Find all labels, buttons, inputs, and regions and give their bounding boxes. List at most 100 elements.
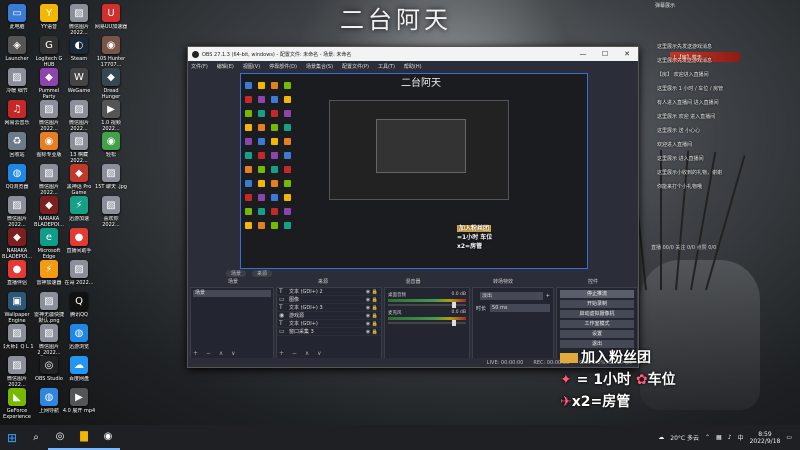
desktop-icon[interactable]: ▨ 微信图片 2022...: [2, 196, 32, 228]
obs-window[interactable]: OBS 27.1.3 (64-bit, windows) - 配置文件: 未命名…: [187, 46, 639, 368]
desktop-icon[interactable]: ◍ 迅游浏览: [64, 324, 94, 356]
tray-chevron-icon[interactable]: ⌃: [705, 434, 710, 441]
taskbar-obs-icon[interactable]: ◎: [48, 425, 72, 450]
desktop-icon[interactable]: ▨ 喜欢你 2022...: [96, 196, 126, 228]
scene-item[interactable]: 场景: [193, 290, 271, 297]
menu-item[interactable]: 视图(V): [243, 63, 260, 70]
desktop-icon[interactable]: ▨ 13 棋藏 2022...: [64, 132, 94, 164]
desktop-icon[interactable]: G Logitech G HUB: [34, 36, 64, 68]
desktop-icon[interactable]: U 网易UU加速器: [95, 4, 127, 36]
desktop-icon[interactable]: ▨ 在哥 2022...: [64, 260, 94, 292]
desktop-icon[interactable]: ◉ 图标专业版: [34, 132, 64, 164]
desktop-icon[interactable]: ▨ 【大师】Q L 1: [0, 324, 34, 356]
desktop-icon[interactable]: ☁ 百度网盘: [64, 356, 94, 388]
desktop-icon[interactable]: ◣ GeForce Experience: [2, 388, 32, 420]
transition-type-row[interactable]: 淡出 +: [476, 292, 550, 300]
desktop-icon[interactable]: ◉ 轻松: [96, 132, 126, 164]
obs-titlebar[interactable]: OBS 27.1.3 (64-bit, windows) - 配置文件: 未命名…: [188, 47, 638, 61]
ime-icon[interactable]: 中: [738, 433, 744, 442]
desktop-icon[interactable]: ▨ 微信图片 2022...: [64, 4, 94, 36]
sources-dock-toolbar[interactable]: + − ∧ ∨: [279, 350, 325, 357]
desktop-icon[interactable]: Y YY语音: [34, 4, 64, 36]
source-item[interactable]: ▭ 图像 ◉ 🔒: [277, 296, 381, 304]
desktop-icon[interactable]: ▶ 1.0 视频 2022...: [96, 100, 126, 132]
desktop-icon[interactable]: ▨ 微信图片 2_2022...: [34, 324, 64, 356]
desktop-icon[interactable]: Q 腾讯QQ: [64, 292, 94, 324]
visibility-lock-icon[interactable]: ◉ 🔒: [366, 321, 378, 327]
source-item[interactable]: ▭ 窗口采集 3 ◉ 🔒: [277, 328, 381, 336]
desktop-icon[interactable]: ● 直播伴侣: [2, 260, 32, 292]
desktop-icon[interactable]: ▨ 微信图片 2022...: [34, 100, 64, 132]
source-item[interactable]: T 文本 (GDI+) 3 ◉ 🔒: [277, 304, 381, 312]
source-item[interactable]: ◉ 游戏源 ◉ 🔒: [277, 312, 381, 320]
visibility-lock-icon[interactable]: ◉ 🔒: [366, 297, 378, 303]
desktop-icon[interactable]: ▨ 15T 聊天 .jpg: [95, 164, 127, 196]
desktop-icon[interactable]: ▨ 雷神无疆快捷 默认.png: [34, 292, 64, 324]
weather-text[interactable]: 20°C 多云: [670, 433, 699, 442]
desktop-icon[interactable]: ⚡ 迅游加速: [64, 196, 94, 228]
desktop-icon[interactable]: ⚡ 雷神加速器: [34, 260, 64, 292]
desktop-icon[interactable]: e Microsoft Edge: [34, 228, 64, 260]
source-item[interactable]: T 文本 (GDI+) 2 ◉ 🔒: [277, 288, 381, 296]
desktop-icon[interactable]: W WeGame: [64, 68, 94, 100]
desktop-icon[interactable]: ▨ 微信图片 2022...: [64, 100, 94, 132]
desktop-icon[interactable]: ◆ NARAKA BLADEPOI...: [34, 196, 64, 228]
network-icon[interactable]: ▦: [716, 434, 722, 441]
menu-item[interactable]: 场景集合(S): [306, 63, 333, 70]
desktop-icon[interactable]: ◍ QQ浏览器: [2, 164, 32, 196]
clock[interactable]: 8:59 2022/9/18: [750, 431, 781, 445]
volume-slider[interactable]: [388, 302, 466, 308]
transition-type-select[interactable]: 淡出: [480, 292, 543, 300]
maximize-button[interactable]: ☐: [594, 47, 616, 61]
minimize-button[interactable]: —: [572, 47, 594, 61]
desktop-icon[interactable]: ▨ 微信图片 2022...: [34, 164, 64, 196]
desktop-icon[interactable]: ♫ 网易云音乐: [2, 100, 32, 132]
notification-icon[interactable]: ▭: [786, 434, 792, 441]
menu-item[interactable]: 编辑(E): [217, 63, 234, 70]
desktop-icon[interactable]: ● 直播间助手: [64, 228, 94, 260]
desktop-icon[interactable]: ◐ Steam: [64, 36, 94, 68]
visibility-lock-icon[interactable]: ◉ 🔒: [366, 289, 378, 295]
control-button[interactable]: 开始录制: [560, 300, 634, 308]
menu-item[interactable]: 文件(F): [191, 63, 208, 70]
scenes-dock-toolbar[interactable]: + − ∧ ∨: [193, 350, 239, 357]
visibility-lock-icon[interactable]: ◉ 🔒: [366, 305, 378, 311]
desktop-icon[interactable]: ◉ 105 Hunter 17707...: [96, 36, 126, 68]
control-button[interactable]: 启动虚拟摄像机: [560, 310, 634, 318]
close-button[interactable]: ✕: [616, 47, 638, 61]
start-windows-icon[interactable]: ⊞: [0, 425, 24, 450]
visibility-lock-icon[interactable]: ◉ 🔒: [366, 329, 378, 335]
volume-slider[interactable]: [388, 320, 466, 326]
desktop-icon[interactable]: ◈ Launcher: [2, 36, 32, 68]
transition-add-button[interactable]: +: [546, 293, 550, 299]
desktop-icon[interactable]: ▭ 此电脑: [2, 4, 32, 36]
menu-item[interactable]: 停靠部件(D): [269, 63, 297, 70]
desktop-icon[interactable]: ▨ 冷暖 细节: [2, 68, 32, 100]
desktop-icon[interactable]: ♻ 回收站: [2, 132, 32, 164]
taskbar-folder-icon[interactable]: ▇: [72, 425, 96, 450]
control-button[interactable]: 设置: [560, 330, 634, 338]
desktop-icon[interactable]: ▣ Wallpaper Engine: [2, 292, 32, 324]
desktop-icon[interactable]: ▨ 微信图片 2022...: [2, 356, 32, 388]
desktop-icon[interactable]: ◍ 上网导航: [34, 388, 64, 420]
desktop-icon[interactable]: ◆ 黑神话 Pro Game: [64, 164, 94, 196]
transition-duration-input[interactable]: 50 ms: [490, 304, 550, 312]
desktop-icon[interactable]: ◆ Pummel Party: [34, 68, 64, 100]
desktop-icon[interactable]: ◆ Dread Hunger: [96, 68, 126, 100]
desktop-icon[interactable]: ◆ NARAKA BLADEPOI...: [2, 228, 32, 260]
taskbar-app-icon[interactable]: ◉: [96, 425, 120, 450]
source-item[interactable]: T 文本 (GDI+) ◉ 🔒: [277, 320, 381, 328]
control-button[interactable]: 停止推流: [560, 290, 634, 298]
visibility-lock-icon[interactable]: ◉ 🔒: [366, 313, 378, 319]
desktop-icon[interactable]: ▶ 4.0 展开 mp4: [63, 388, 95, 420]
menu-item[interactable]: 配置文件(P): [342, 63, 369, 70]
desktop-icon[interactable]: ◎ OBS Studio: [34, 356, 64, 388]
menu-item[interactable]: 工具(T): [378, 63, 395, 70]
search-icon[interactable]: ⌕: [24, 425, 48, 450]
menu-item[interactable]: 帮助(H): [404, 63, 422, 70]
obs-preview-canvas[interactable]: 二台阿天 加入粉丝团 =1小时 车位 x2=房管: [240, 73, 588, 269]
volume-icon[interactable]: ♪: [728, 434, 732, 441]
tab-source[interactable]: 来源: [252, 270, 273, 277]
control-button[interactable]: 工作室模式: [560, 320, 634, 328]
tab-scene[interactable]: 场景: [226, 270, 247, 277]
